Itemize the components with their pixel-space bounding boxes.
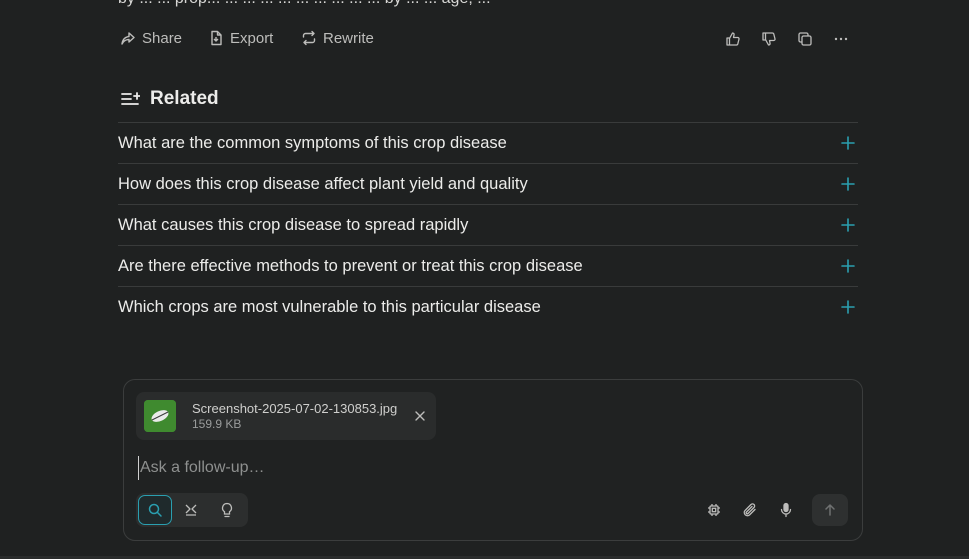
rewrite-icon (302, 30, 316, 46)
plus-icon (841, 218, 855, 232)
search-icon (148, 503, 162, 517)
attachment-thumbnail (144, 400, 176, 432)
related-list-icon (121, 92, 140, 105)
thumbs-up-icon (726, 32, 740, 46)
follow-up-input[interactable] (138, 456, 700, 480)
related-item[interactable]: What causes this crop disease to spread … (118, 204, 858, 245)
close-icon (415, 411, 425, 421)
plus-icon (841, 177, 855, 191)
voice-input-button[interactable] (774, 498, 798, 522)
microphone-icon (780, 502, 792, 518)
plus-icon (841, 136, 855, 150)
model-chip-button[interactable] (702, 498, 726, 522)
plus-icon (841, 300, 855, 314)
share-label: Share (142, 29, 183, 47)
search-mode-switcher (136, 493, 248, 527)
export-label: Export (230, 29, 274, 47)
related-title: Related (150, 88, 219, 109)
plus-icon (841, 259, 855, 273)
related-item-label: Which crops are most vulnerable to this … (118, 297, 541, 316)
cpu-chip-icon (708, 504, 720, 516)
related-list: What are the common symptoms of this cro… (118, 122, 858, 327)
attachment-file-size: 159.9 KB (192, 417, 242, 431)
thumbs-up-button[interactable] (722, 28, 744, 50)
related-item[interactable]: Are there effective methods to prevent o… (118, 245, 858, 286)
search-mode-button[interactable] (138, 495, 172, 525)
share-button[interactable]: Share (120, 26, 182, 50)
labs-mode-button[interactable] (210, 495, 244, 525)
leaf-image-icon (144, 400, 176, 432)
copy-icon (798, 32, 812, 46)
paperclip-icon (743, 503, 756, 517)
more-options-button[interactable] (830, 28, 852, 50)
send-button[interactable] (812, 494, 848, 526)
arrow-up-icon (825, 504, 835, 516)
related-item-label: How does this crop disease affect plant … (118, 174, 528, 193)
related-item-label: What causes this crop disease to spread … (118, 215, 469, 234)
attachment-file-name: Screenshot-2025-07-02-130853.jpg (192, 401, 398, 416)
related-item-label: What are the common symptoms of this cro… (118, 133, 507, 152)
attachment-chip[interactable]: Screenshot-2025-07-02-130853.jpg 159.9 K… (136, 392, 436, 440)
answer-action-bar: Share Export Rewrite (112, 24, 862, 52)
answer-text-fragment: by ... ... prop... ... ... ... ... ... .… (118, 0, 858, 8)
related-item[interactable]: What are the common symptoms of this cro… (118, 122, 858, 163)
lightbulb-icon (221, 502, 233, 518)
thumbs-down-button[interactable] (758, 28, 780, 50)
export-button[interactable]: Export (208, 26, 273, 50)
share-icon (121, 32, 135, 45)
related-item[interactable]: Which crops are most vulnerable to this … (118, 286, 858, 327)
research-mode-button[interactable] (174, 495, 208, 525)
copy-button[interactable] (794, 28, 816, 50)
rewrite-button[interactable]: Rewrite (301, 26, 374, 50)
more-horizontal-icon (834, 37, 848, 41)
follow-up-composer: Screenshot-2025-07-02-130853.jpg 159.9 K… (123, 379, 863, 541)
related-header: Related (120, 86, 219, 112)
related-item-label: Are there effective methods to prevent o… (118, 256, 583, 275)
research-icon (185, 504, 197, 516)
remove-attachment-button[interactable] (412, 408, 428, 424)
rewrite-label: Rewrite (323, 29, 374, 47)
export-icon (211, 30, 222, 46)
related-item[interactable]: How does this crop disease affect plant … (118, 163, 858, 204)
thumbs-down-icon (762, 32, 776, 46)
attach-file-button[interactable] (738, 498, 762, 522)
